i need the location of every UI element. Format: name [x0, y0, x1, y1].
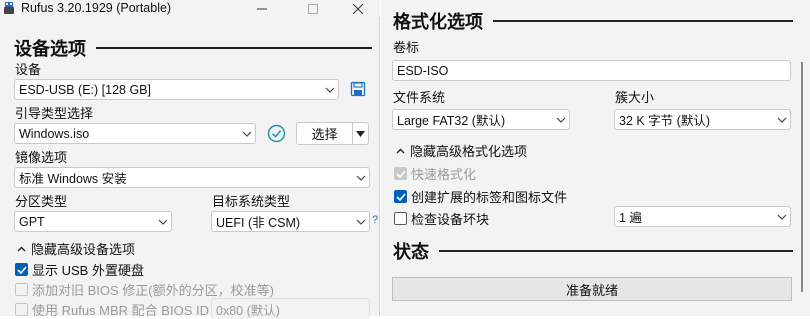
passes-select[interactable]: 1 遍 [614, 206, 791, 227]
status-title: 状态 [393, 242, 429, 262]
window-title: Rufus 3.20.1929 (Portable) [21, 1, 172, 15]
advanced-format-label: 隐藏高级格式化选项 [410, 144, 528, 159]
chevron-up-icon [15, 246, 27, 252]
close-icon [353, 3, 363, 14]
cluster-size-value: 32 K 字节 (默认) [619, 114, 710, 128]
extended-label-option[interactable]: 创建扩展的标签和图标文件 [394, 187, 567, 206]
quick-format-option: 快速格式化 [394, 164, 476, 183]
boot-select[interactable]: Windows.iso [14, 123, 256, 144]
scrollbar[interactable] [796, 60, 808, 296]
format-options-heading: 格式化选项 [393, 8, 793, 34]
chevron-down-icon [353, 168, 369, 187]
extended-label-label: 创建扩展的标签和图标文件 [411, 190, 568, 205]
format-options-title: 格式化选项 [393, 12, 483, 32]
target-system-value: UEFI (非 CSM) [216, 216, 301, 230]
chevron-down-icon [553, 110, 569, 129]
maximize-icon [308, 3, 318, 14]
boot-type-label: 引导类型选择 [15, 106, 94, 121]
device-label: 设备 [15, 62, 42, 77]
rufus-mbr-option: 使用 Rufus MBR 配合 BIOS ID [15, 300, 209, 319]
bad-blocks-option[interactable]: 检查设备坏块 [394, 209, 489, 228]
usb-hdd-option[interactable]: 显示 USB 外置硬盘 [15, 260, 144, 279]
image-option-select[interactable]: 标准 Windows 安装 [14, 167, 370, 188]
bios-fix-label: 添加对旧 BIOS 修正(额外的分区，校准等) [32, 283, 274, 298]
volume-label-input[interactable]: ESD-ISO [392, 60, 791, 81]
usb-drive-icon [4, 2, 14, 14]
chevron-down-icon [155, 212, 171, 231]
advanced-device-label: 隐藏高级设备选项 [31, 242, 136, 257]
volume-label-label: 卷标 [393, 40, 420, 55]
status-progress-bar: 准备就绪 [392, 277, 792, 301]
bad-blocks-label: 检查设备坏块 [411, 212, 490, 227]
target-system-label: 目标系统类型 [212, 194, 291, 209]
minimize-icon [257, 8, 267, 9]
minimize-button[interactable] [250, 0, 274, 17]
chevron-down-icon [774, 110, 790, 129]
status-heading: 状态 [393, 238, 793, 264]
advanced-format-toggle[interactable]: 隐藏高级格式化选项 [394, 141, 527, 160]
device-options-title: 设备选项 [14, 39, 86, 59]
chevron-up-icon [394, 148, 406, 154]
heading-rule [493, 20, 793, 22]
cluster-size-select[interactable]: 32 K 字节 (默认) [614, 109, 791, 130]
verify-check-icon[interactable] [267, 124, 286, 143]
bad-blocks-checkbox[interactable] [394, 212, 407, 225]
file-system-value: Large FAT32 (默认) [397, 114, 506, 128]
select-image-button[interactable]: 选择 [296, 122, 353, 145]
help-link[interactable]: ? [372, 214, 378, 226]
extended-label-checkbox[interactable] [394, 190, 407, 203]
bios-fix-option: 添加对旧 BIOS 修正(额外的分区，校准等) [15, 280, 274, 299]
file-system-select[interactable]: Large FAT32 (默认) [392, 109, 570, 130]
advanced-device-toggle[interactable]: 隐藏高级设备选项 [15, 239, 135, 258]
rufus-mbr-label: 使用 Rufus MBR 配合 BIOS ID [32, 303, 209, 318]
quick-format-checkbox [394, 167, 407, 180]
chevron-down-icon [774, 207, 790, 226]
usb-hdd-checkbox[interactable] [15, 263, 28, 276]
boot-select-value: Windows.iso [19, 126, 90, 141]
select-dropdown-button[interactable] [353, 122, 369, 145]
image-option-label: 镜像选项 [15, 150, 68, 165]
file-system-label: 文件系统 [393, 90, 446, 105]
image-option-value: 标准 Windows 安装 [19, 172, 127, 186]
maximize-button[interactable] [301, 0, 325, 17]
dropdown-arrow-icon [356, 130, 365, 137]
device-select-value: ESD-USB (E:) [128 GB] [19, 82, 151, 97]
close-button[interactable] [346, 0, 370, 17]
chevron-down-icon [239, 124, 255, 143]
quick-format-label: 快速格式化 [411, 167, 477, 182]
target-system-select[interactable]: UEFI (非 CSM) [211, 211, 370, 232]
cluster-size-label: 簇大小 [615, 90, 655, 105]
chevron-down-icon [322, 80, 338, 99]
device-select[interactable]: ESD-USB (E:) [128 GB] [14, 79, 339, 100]
partition-scheme-select[interactable]: GPT [14, 211, 172, 232]
partition-scheme-label: 分区类型 [15, 194, 68, 209]
save-icon[interactable] [350, 81, 366, 97]
rufus-mbr-checkbox [15, 303, 28, 316]
heading-rule [96, 47, 372, 49]
usb-hdd-label: 显示 USB 外置硬盘 [32, 263, 144, 278]
partition-scheme-value: GPT [19, 214, 45, 229]
bios-fix-checkbox [15, 283, 28, 296]
passes-value: 1 遍 [619, 211, 642, 225]
heading-rule [439, 250, 793, 252]
chevron-down-icon [353, 212, 369, 231]
device-options-heading: 设备选项 [14, 35, 372, 61]
